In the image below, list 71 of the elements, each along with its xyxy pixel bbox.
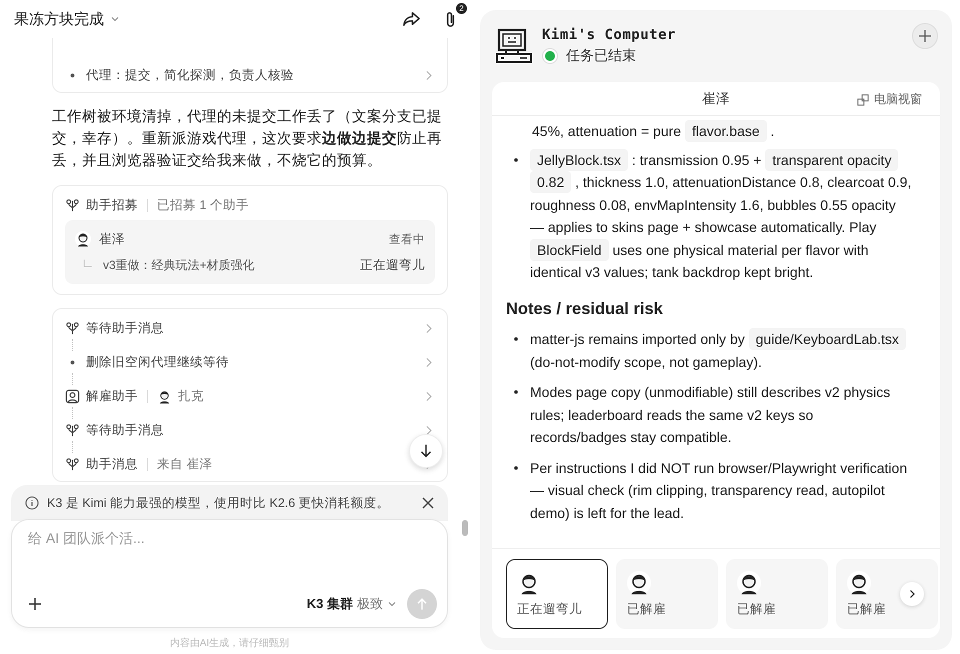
code-span: BlockField	[530, 238, 609, 260]
branch-icon	[65, 320, 80, 336]
step-row[interactable]: 等待助手消息	[65, 419, 164, 441]
step-label: 删除旧空闲代理继续等待	[86, 354, 229, 370]
message-text: 工作树被环境清掉，代理的未提交工作丢了（文案分支已提交，幸存）。重新派游戏代理，这次要求边做边提交防止再丢，并且浏览器验证交给我来做，不烧它的预算。	[52, 108, 443, 171]
code-span: 0.82	[530, 171, 572, 193]
share-icon[interactable]	[402, 10, 421, 28]
avatar-icon	[157, 388, 172, 404]
list-item-text: Per instructions I did NOT run browser/Playwright verification — visual check (rim clipping, transparency read, autopilot demo) is left for the lead.	[530, 458, 908, 523]
message-field[interactable]: 给 AI 团队派个活... K3 集群 极致	[11, 519, 448, 628]
step-label: 等待助手消息	[86, 320, 164, 336]
code-span: JellyBlock.tsx	[530, 148, 628, 170]
step-row[interactable]: 助手消息 来自 崔泽	[65, 453, 212, 475]
close-icon[interactable]	[422, 497, 434, 509]
list-item-text: Modes page copy (unmodifiable) still describes v2 physics rules; leaderboard reads the same v2 keys so records/badges stay compatible.	[530, 383, 892, 447]
person-name: 扎克	[178, 388, 204, 404]
computer-title: Kimi's Computer	[542, 27, 676, 43]
notice-text: K3 是 Kimi 能力最强的模型，使用时比 K2.6 更快消耗额度。	[47, 494, 391, 512]
step-label: 助手消息	[86, 456, 138, 472]
branch-icon	[65, 198, 80, 212]
assistant-card[interactable]: 崔泽 查看中 v3重做：经典玩法+材质强化 正在遛弯儿	[65, 220, 435, 284]
code-span: flavor.base	[684, 120, 767, 142]
step-label: 解雇助手	[86, 388, 138, 404]
step-label: 代理：提交，简化探测，负责人核验	[86, 66, 294, 84]
agent-card[interactable]: 已解雇	[726, 559, 828, 629]
computer-view-link[interactable]: 电脑视窗	[857, 91, 922, 108]
recruit-detail: 已招募 1 个助手	[157, 196, 249, 214]
step-detail: 来自 崔泽	[157, 456, 212, 472]
assistant-activity: 正在遛弯儿	[360, 256, 425, 274]
windows-icon	[857, 94, 869, 106]
assistant-name: 崔泽	[99, 230, 125, 248]
assistant-task: v3重做：经典玩法+材质强化	[103, 256, 255, 274]
assistant-status: 查看中	[389, 232, 425, 246]
branch-icon	[65, 456, 80, 472]
branch-icon	[65, 422, 80, 438]
chevron-right-icon	[907, 589, 917, 599]
scrollbar-thumb[interactable]	[462, 520, 468, 536]
agent-card[interactable]: 正在遛弯儿	[506, 559, 608, 629]
chevron-down-icon[interactable]	[110, 14, 120, 24]
pin-button[interactable]	[912, 23, 938, 49]
chat-title[interactable]: 果冻方块完成	[14, 10, 104, 28]
chevron-down-icon	[387, 599, 397, 609]
step-row[interactable]: 删除旧空闲代理继续等待	[65, 351, 229, 373]
step-row[interactable]: 等待助手消息	[65, 317, 164, 339]
count-badge: 2	[456, 2, 467, 14]
list-item-text: matter-js remains imported only by guide/KeyboardLab.tsx (do-not-modify scope, not gameplay).	[530, 328, 912, 373]
model-selector[interactable]: K3 集群 极致	[306, 595, 397, 613]
disclaimer-text: 内容由AI生成，请仔细甄别	[168, 636, 290, 650]
code-span: transparent opacity	[765, 148, 898, 170]
agent-tab[interactable]: 崔泽	[702, 90, 730, 108]
send-button[interactable]	[407, 589, 437, 619]
step-row[interactable]: 解雇助手 扎克	[65, 385, 204, 407]
plus-icon	[918, 29, 932, 43]
avatar-icon	[737, 570, 761, 594]
section-heading: Notes / residual risk	[506, 298, 664, 320]
step-row[interactable]: 代理：提交，简化探测，负责人核验	[65, 64, 294, 86]
paragraph-text: 45%, attenuation = pure flavor.base .	[506, 120, 912, 142]
list-item-text: JellyBlock.tsx : transmission 0.95 + transparent opacity 0.82 , thickness 1.0, attenuationDistance 0.8, clearcoat 0.9, roughness 0.08, envMapIntensity 1.6, bubbles 0.55 opacity — applies to skins page + showcase automatically. Play BlockField uses one physical material per flavor with identical v3 values; tank backdrop kept bright.	[530, 148, 912, 284]
avatar-icon	[75, 231, 91, 247]
agent-card[interactable]: 已解雇	[836, 559, 938, 629]
step-label: 等待助手消息	[86, 422, 164, 438]
info-icon	[25, 496, 39, 510]
avatar-icon	[627, 570, 651, 594]
code-span: guide/KeyboardLab.tsx	[748, 328, 906, 350]
status-text: 任务已结束	[566, 47, 636, 65]
recruit-title: 助手招募	[86, 196, 138, 214]
avatar-icon	[847, 570, 871, 594]
person-icon	[65, 388, 80, 404]
add-icon[interactable]	[28, 597, 42, 611]
agent-card[interactable]: 已解雇	[616, 559, 718, 629]
computer-icon	[496, 28, 532, 64]
